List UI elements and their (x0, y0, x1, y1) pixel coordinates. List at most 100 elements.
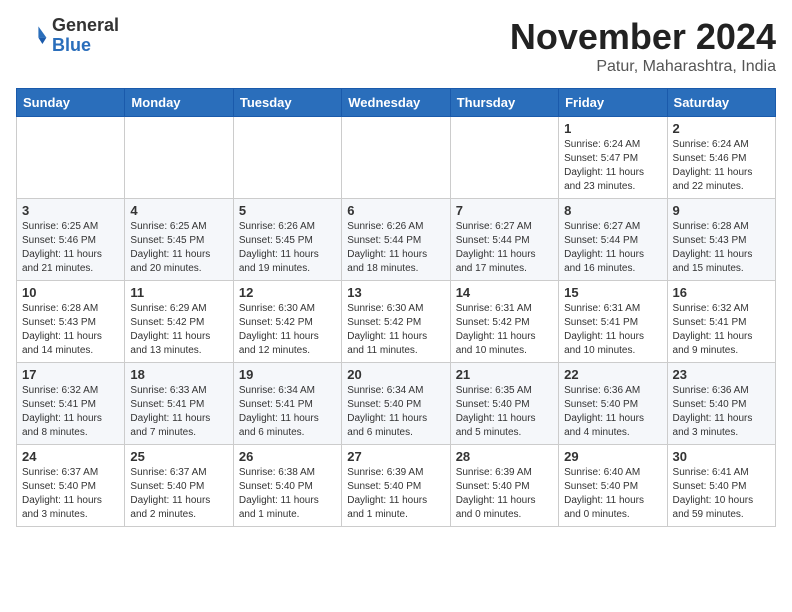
day-number: 20 (347, 367, 444, 382)
calendar-cell: 27 Sunrise: 6:39 AM Sunset: 5:40 PM Dayli… (342, 445, 450, 527)
day-number: 10 (22, 285, 119, 300)
day-number: 27 (347, 449, 444, 464)
day-number: 2 (673, 121, 770, 136)
weekday-header-row: SundayMondayTuesdayWednesdayThursdayFrid… (17, 89, 776, 117)
day-info: Sunrise: 6:29 AM Sunset: 5:42 PM Dayligh… (130, 302, 227, 358)
day-info: Sunrise: 6:40 AM Sunset: 5:40 PM Dayligh… (564, 466, 661, 522)
day-info: Sunrise: 6:34 AM Sunset: 5:41 PM Dayligh… (239, 384, 336, 440)
weekday-header-sunday: Sunday (17, 89, 125, 117)
calendar-cell: 13 Sunrise: 6:30 AM Sunset: 5:42 PM Dayli… (342, 281, 450, 363)
day-info: Sunrise: 6:34 AM Sunset: 5:40 PM Dayligh… (347, 384, 444, 440)
calendar-cell: 11 Sunrise: 6:29 AM Sunset: 5:42 PM Dayli… (125, 281, 233, 363)
month-title: November 2024 (510, 16, 776, 58)
weekday-header-tuesday: Tuesday (233, 89, 341, 117)
calendar-cell: 17 Sunrise: 6:32 AM Sunset: 5:41 PM Dayli… (17, 363, 125, 445)
day-number: 11 (130, 285, 227, 300)
calendar-cell: 28Sunrise: 6:39 AM Sunset: 5:40 PM Dayli… (450, 445, 558, 527)
calendar-cell: 2 Sunrise: 6:24 AM Sunset: 5:46 PM Daylig… (667, 117, 775, 199)
day-number: 24 (22, 449, 119, 464)
calendar-cell: 1 Sunrise: 6:24 AM Sunset: 5:47 PM Daylig… (559, 117, 667, 199)
calendar-week-row: 24 Sunrise: 6:37 AM Sunset: 5:40 PM Dayli… (17, 445, 776, 527)
day-info: Sunrise: 6:30 AM Sunset: 5:42 PM Dayligh… (347, 302, 444, 358)
weekday-header-saturday: Saturday (667, 89, 775, 117)
calendar-cell (233, 117, 341, 199)
day-number: 14 (456, 285, 553, 300)
calendar-cell (450, 117, 558, 199)
day-number: 6 (347, 203, 444, 218)
calendar-cell: 21Sunrise: 6:35 AM Sunset: 5:40 PM Dayli… (450, 363, 558, 445)
day-number: 15 (564, 285, 661, 300)
calendar-cell: 3 Sunrise: 6:25 AM Sunset: 5:46 PM Daylig… (17, 199, 125, 281)
title-area: November 2024 Patur, Maharashtra, India (510, 16, 776, 76)
day-info: Sunrise: 6:24 AM Sunset: 5:46 PM Dayligh… (673, 138, 770, 194)
calendar-week-row: 3 Sunrise: 6:25 AM Sunset: 5:46 PM Daylig… (17, 199, 776, 281)
location-title: Patur, Maharashtra, India (510, 58, 776, 76)
calendar-cell: 18 Sunrise: 6:33 AM Sunset: 5:41 PM Dayli… (125, 363, 233, 445)
day-info: Sunrise: 6:30 AM Sunset: 5:42 PM Dayligh… (239, 302, 336, 358)
day-info: Sunrise: 6:27 AM Sunset: 5:44 PM Dayligh… (564, 220, 661, 276)
calendar-cell: 14 Sunrise: 6:31 AM Sunset: 5:42 PM Dayli… (450, 281, 558, 363)
day-info: Sunrise: 6:27 AM Sunset: 5:44 PM Dayligh… (456, 220, 553, 276)
calendar-cell: 24 Sunrise: 6:37 AM Sunset: 5:40 PM Dayli… (17, 445, 125, 527)
day-info: Sunrise: 6:39 AM Sunset: 5:40 PM Dayligh… (347, 466, 444, 522)
calendar-cell: 9 Sunrise: 6:28 AM Sunset: 5:43 PM Daylig… (667, 199, 775, 281)
calendar-cell: 15 Sunrise: 6:31 AM Sunset: 5:41 PM Dayli… (559, 281, 667, 363)
day-number: 26 (239, 449, 336, 464)
calendar-week-row: 10 Sunrise: 6:28 AM Sunset: 5:43 PM Dayli… (17, 281, 776, 363)
calendar-cell: 8Sunrise: 6:27 AM Sunset: 5:44 PM Daylig… (559, 199, 667, 281)
day-number: 3 (22, 203, 119, 218)
day-number: 19 (239, 367, 336, 382)
calendar-cell: 4Sunrise: 6:25 AM Sunset: 5:45 PM Daylig… (125, 199, 233, 281)
day-info: Sunrise: 6:28 AM Sunset: 5:43 PM Dayligh… (673, 220, 770, 276)
day-info: Sunrise: 6:25 AM Sunset: 5:46 PM Dayligh… (22, 220, 119, 276)
calendar-cell: 20 Sunrise: 6:34 AM Sunset: 5:40 PM Dayli… (342, 363, 450, 445)
calendar-cell: 26Sunrise: 6:38 AM Sunset: 5:40 PM Dayli… (233, 445, 341, 527)
day-number: 18 (130, 367, 227, 382)
calendar-cell: 30 Sunrise: 6:41 AM Sunset: 5:40 PM Dayli… (667, 445, 775, 527)
logo-icon (16, 20, 48, 52)
day-number: 13 (347, 285, 444, 300)
calendar-week-row: 1 Sunrise: 6:24 AM Sunset: 5:47 PM Daylig… (17, 117, 776, 199)
logo-text: General Blue (52, 16, 119, 56)
weekday-header-friday: Friday (559, 89, 667, 117)
day-info: Sunrise: 6:26 AM Sunset: 5:44 PM Dayligh… (347, 220, 444, 276)
day-number: 17 (22, 367, 119, 382)
day-info: Sunrise: 6:37 AM Sunset: 5:40 PM Dayligh… (22, 466, 119, 522)
day-number: 1 (564, 121, 661, 136)
calendar-cell: 10 Sunrise: 6:28 AM Sunset: 5:43 PM Dayli… (17, 281, 125, 363)
day-number: 25 (130, 449, 227, 464)
day-info: Sunrise: 6:28 AM Sunset: 5:43 PM Dayligh… (22, 302, 119, 358)
day-info: Sunrise: 6:33 AM Sunset: 5:41 PM Dayligh… (130, 384, 227, 440)
calendar-cell: 22Sunrise: 6:36 AM Sunset: 5:40 PM Dayli… (559, 363, 667, 445)
day-info: Sunrise: 6:36 AM Sunset: 5:40 PM Dayligh… (673, 384, 770, 440)
calendar-cell (125, 117, 233, 199)
calendar-cell: 23 Sunrise: 6:36 AM Sunset: 5:40 PM Dayli… (667, 363, 775, 445)
day-number: 30 (673, 449, 770, 464)
calendar-week-row: 17 Sunrise: 6:32 AM Sunset: 5:41 PM Dayli… (17, 363, 776, 445)
day-info: Sunrise: 6:37 AM Sunset: 5:40 PM Dayligh… (130, 466, 227, 522)
calendar-cell: 16 Sunrise: 6:32 AM Sunset: 5:41 PM Dayli… (667, 281, 775, 363)
day-info: Sunrise: 6:35 AM Sunset: 5:40 PM Dayligh… (456, 384, 553, 440)
day-info: Sunrise: 6:36 AM Sunset: 5:40 PM Dayligh… (564, 384, 661, 440)
calendar-cell: 29Sunrise: 6:40 AM Sunset: 5:40 PM Dayli… (559, 445, 667, 527)
day-info: Sunrise: 6:31 AM Sunset: 5:42 PM Dayligh… (456, 302, 553, 358)
day-info: Sunrise: 6:31 AM Sunset: 5:41 PM Dayligh… (564, 302, 661, 358)
day-number: 9 (673, 203, 770, 218)
day-info: Sunrise: 6:24 AM Sunset: 5:47 PM Dayligh… (564, 138, 661, 194)
calendar-cell: 7 Sunrise: 6:27 AM Sunset: 5:44 PM Daylig… (450, 199, 558, 281)
calendar-cell: 5Sunrise: 6:26 AM Sunset: 5:45 PM Daylig… (233, 199, 341, 281)
day-number: 28 (456, 449, 553, 464)
logo: General Blue (16, 16, 119, 56)
day-info: Sunrise: 6:26 AM Sunset: 5:45 PM Dayligh… (239, 220, 336, 276)
day-info: Sunrise: 6:41 AM Sunset: 5:40 PM Dayligh… (673, 466, 770, 522)
day-info: Sunrise: 6:32 AM Sunset: 5:41 PM Dayligh… (673, 302, 770, 358)
day-number: 23 (673, 367, 770, 382)
header: General Blue November 2024 Patur, Mahara… (16, 16, 776, 76)
calendar-cell (17, 117, 125, 199)
calendar-cell: 19 Sunrise: 6:34 AM Sunset: 5:41 PM Dayli… (233, 363, 341, 445)
day-number: 7 (456, 203, 553, 218)
day-info: Sunrise: 6:32 AM Sunset: 5:41 PM Dayligh… (22, 384, 119, 440)
weekday-header-wednesday: Wednesday (342, 89, 450, 117)
calendar-cell: 6 Sunrise: 6:26 AM Sunset: 5:44 PM Daylig… (342, 199, 450, 281)
day-number: 16 (673, 285, 770, 300)
